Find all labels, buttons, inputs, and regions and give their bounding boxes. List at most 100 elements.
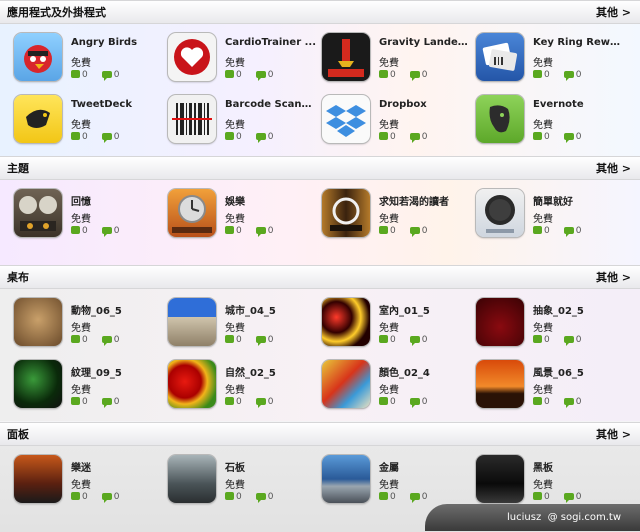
panel-item[interactable]: 金屬 免費 00	[322, 455, 472, 511]
item-stats: 00	[533, 397, 595, 408]
section-title: 主題	[7, 162, 29, 175]
music-panel-icon	[14, 455, 62, 503]
app-item[interactable]: Gravity Lander ... 免費 00	[322, 33, 472, 89]
color-wallpaper-icon	[322, 360, 370, 408]
item-stats: 00	[225, 70, 287, 81]
app-item[interactable]: Evernote 免費 00	[476, 95, 626, 151]
more-link[interactable]: 其他 >	[596, 4, 631, 20]
texture-wallpaper-icon	[14, 360, 62, 408]
item-price: 免費	[225, 480, 245, 491]
dropbox-icon	[322, 95, 370, 143]
section-body: 回憶 免費 00 娛樂 免費 00 求知若渴的讀者 免費 00 簡單就好 免費	[0, 180, 640, 266]
item-stats: 00	[379, 335, 441, 346]
comment-icon	[255, 336, 266, 346]
item-price: 免費	[379, 120, 399, 131]
app-item[interactable]: Dropbox 免費 00	[322, 95, 472, 151]
wallpaper-item[interactable]: 紋理_09_5 免費 00	[14, 360, 164, 416]
item-price: 免費	[71, 385, 91, 396]
comment-count: 0	[575, 70, 582, 80]
item-name: 動物_06_5	[71, 306, 122, 317]
heart-icon	[168, 33, 216, 81]
like-count: 0	[390, 492, 396, 502]
theme-item[interactable]: 求知若渴的讀者 免費 00	[322, 189, 472, 245]
more-link[interactable]: 其他 >	[596, 160, 631, 176]
comment-count: 0	[575, 132, 582, 142]
item-name: 求知若渴的讀者	[379, 197, 449, 208]
item-name: 城市_04_5	[225, 306, 276, 317]
app-item[interactable]: TweetDeck 免費 00	[14, 95, 164, 151]
angry-birds-icon	[14, 33, 62, 81]
comment-icon	[101, 336, 112, 346]
comment-icon	[563, 336, 574, 346]
item-price: 免費	[225, 58, 245, 69]
thumbs-up-icon	[71, 70, 80, 78]
wallpaper-item[interactable]: 抽象_02_5 免費 00	[476, 298, 626, 354]
thumbs-up-icon	[533, 397, 542, 405]
thumbs-up-icon	[533, 132, 542, 140]
comment-count: 0	[421, 226, 428, 236]
item-price: 免費	[533, 120, 553, 131]
wallpaper-item[interactable]: 動物_06_5 免費 00	[14, 298, 164, 354]
reader-icon	[322, 189, 370, 237]
comment-count: 0	[421, 492, 428, 502]
theme-item[interactable]: 簡單就好 免費 00	[476, 189, 626, 245]
comment-count: 0	[113, 226, 120, 236]
like-count: 0	[544, 132, 550, 142]
like-count: 0	[236, 397, 242, 407]
abstract-wallpaper-icon	[476, 298, 524, 346]
theme-item[interactable]: 回憶 免費 00	[14, 189, 164, 245]
like-count: 0	[82, 397, 88, 407]
app-item[interactable]: CardioTrainer ... 免費 00	[168, 33, 318, 89]
item-stats: 00	[71, 70, 133, 81]
wallpaper-item[interactable]: 城市_04_5 免費 00	[168, 298, 318, 354]
app-item[interactable]: Key Ring Reward ... 免費 00	[476, 33, 626, 89]
comment-icon	[255, 398, 266, 408]
item-name: 抽象_02_5	[533, 306, 584, 317]
like-count: 0	[82, 335, 88, 345]
item-price: 免費	[533, 214, 553, 225]
comment-icon	[409, 227, 420, 237]
thumbs-up-icon	[71, 335, 80, 343]
theme-item[interactable]: 娛樂 免費 00	[168, 189, 318, 245]
section-title: 應用程式及外掛程式	[7, 6, 106, 19]
like-count: 0	[236, 492, 242, 502]
comment-icon	[409, 493, 420, 503]
more-link[interactable]: 其他 >	[596, 269, 631, 285]
item-stats: 00	[71, 335, 133, 346]
comment-icon	[409, 133, 420, 143]
wallpaper-item[interactable]: 顏色_02_4 免費 00	[322, 360, 472, 416]
section-header: 應用程式及外掛程式 其他 >	[0, 0, 640, 24]
thumbs-up-icon	[533, 492, 542, 500]
app-item[interactable]: Angry Birds 免費 00	[14, 33, 164, 89]
wallpaper-item[interactable]: 自然_02_5 免費 00	[168, 360, 318, 416]
simple-icon	[476, 189, 524, 237]
panel-item[interactable]: 黑板 免費 00	[476, 455, 626, 511]
comment-count: 0	[113, 132, 120, 142]
like-count: 0	[544, 70, 550, 80]
item-name: Key Ring Reward ...	[533, 37, 625, 48]
more-link[interactable]: 其他 >	[596, 426, 631, 442]
like-count: 0	[544, 226, 550, 236]
item-name: 回憶	[71, 197, 91, 208]
panel-item[interactable]: 石板 免費 00	[168, 455, 318, 511]
item-stats: 00	[71, 226, 133, 237]
item-stats: 00	[533, 70, 595, 81]
comment-icon	[563, 133, 574, 143]
section-apps: 應用程式及外掛程式 其他 > Angry Birds 免費 00 CardioT…	[0, 0, 640, 157]
item-stats: 00	[379, 70, 441, 81]
interior-wallpaper-icon	[322, 298, 370, 346]
wallpaper-item[interactable]: 室內_01_5 免費 00	[322, 298, 472, 354]
item-stats: 00	[225, 397, 287, 408]
gauges-icon	[14, 189, 62, 237]
wallpaper-item[interactable]: 風景_06_5 免費 00	[476, 360, 626, 416]
comment-icon	[101, 493, 112, 503]
item-price: 免費	[379, 480, 399, 491]
panel-item[interactable]: 樂迷 免費 00	[14, 455, 164, 511]
section-body: Angry Birds 免費 00 CardioTrainer ... 免費 0…	[0, 24, 640, 157]
comment-count: 0	[113, 70, 120, 80]
item-price: 免費	[225, 120, 245, 131]
app-item[interactable]: Barcode Scanner ... 免費 00	[168, 95, 318, 151]
item-stats: 00	[533, 492, 595, 503]
clock-icon	[168, 189, 216, 237]
thumbs-up-icon	[71, 397, 80, 405]
